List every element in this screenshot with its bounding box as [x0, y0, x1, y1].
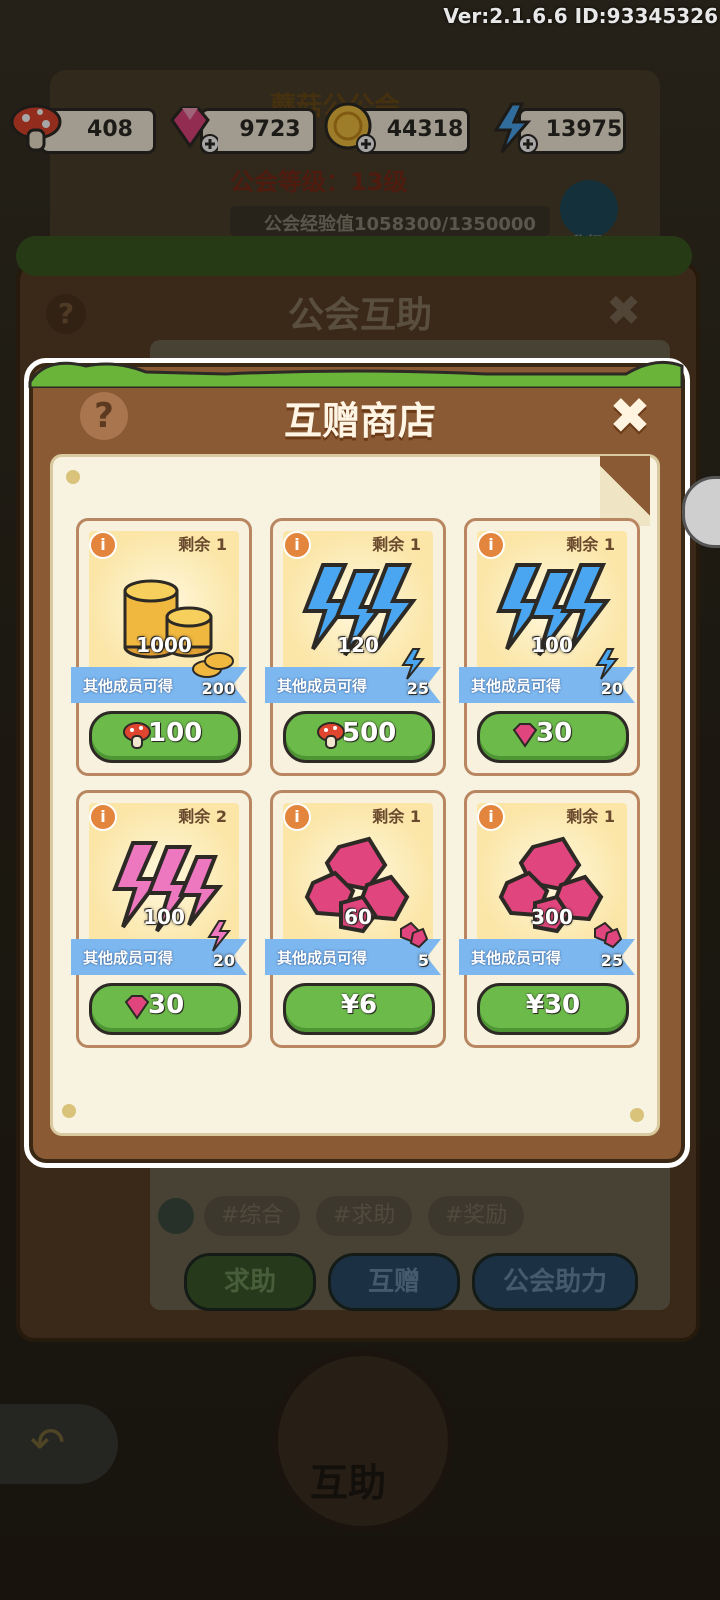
buy-button[interactable]: 30: [477, 711, 629, 763]
buy-button[interactable]: 100: [89, 711, 241, 763]
price-label: ¥30: [525, 990, 581, 1020]
ribbon-label: 其他成员可得: [83, 949, 174, 967]
version-label: Ver:2.1.6.6 ID:93345326: [443, 4, 718, 28]
bonus-amount: 200: [201, 679, 235, 698]
buy-button[interactable]: 30: [89, 983, 241, 1035]
bonus-gem-icon: [395, 919, 429, 953]
ribbon-label: 其他成员可得: [83, 677, 174, 695]
item-info-button[interactable]: i: [283, 803, 311, 831]
item-info-button[interactable]: i: [89, 803, 117, 831]
ribbon-label: 其他成员可得: [471, 949, 562, 967]
bonus-amount: 20: [212, 951, 235, 970]
pin-decoration: [630, 1108, 644, 1122]
shop-item-card: i 剩余 1 1000 其他成员可得 200 100: [71, 518, 252, 776]
item-info-button[interactable]: i: [283, 531, 311, 559]
ribbon-label: 其他成员可得: [471, 677, 562, 695]
remaining-count: 剩余 1: [372, 535, 421, 554]
ribbon-label: 其他成员可得: [277, 677, 368, 695]
pin-decoration: [62, 1104, 76, 1118]
item-info-button[interactable]: i: [89, 531, 117, 559]
price-label: 100: [148, 718, 203, 748]
remaining-count: 剩余 1: [566, 807, 615, 826]
remaining-count: 剩余 1: [566, 535, 615, 554]
shop-close-button[interactable]: ✖: [605, 391, 655, 441]
buy-button[interactable]: ¥30: [477, 983, 629, 1035]
remaining-count: 剩余 1: [178, 535, 227, 554]
price-label: 30: [148, 990, 185, 1020]
bonus-amount: 25: [406, 679, 429, 698]
item-info-button[interactable]: i: [477, 531, 505, 559]
grass-decoration: [26, 352, 686, 390]
page-curl: [600, 456, 650, 526]
shop-item-card: i 剩余 1 100 其他成员可得 20 30: [459, 518, 640, 776]
item-info-button[interactable]: i: [477, 803, 505, 831]
shop-item-card: i 剩余 1 120 其他成员可得 25 500: [265, 518, 446, 776]
price-label: 30: [536, 718, 573, 748]
shop-item-card: i 剩余 1 300 其他成员可得 25 ¥30: [459, 790, 640, 1048]
price-label: 500: [342, 718, 397, 748]
price-label: ¥6: [340, 990, 378, 1020]
shop-item-card: i 剩余 2 100 其他成员可得 20 30: [71, 790, 252, 1048]
bonus-amount: 5: [417, 951, 429, 970]
ribbon-label: 其他成员可得: [277, 949, 368, 967]
bonus-amount: 20: [600, 679, 623, 698]
pin-decoration: [66, 470, 80, 484]
remaining-count: 剩余 2: [178, 807, 227, 826]
buy-button[interactable]: 500: [283, 711, 435, 763]
shop-help-button[interactable]: ?: [80, 392, 128, 440]
buy-button[interactable]: ¥6: [283, 983, 435, 1035]
remaining-count: 剩余 1: [372, 807, 421, 826]
shop-item-card: i 剩余 1 60 其他成员可得 5 ¥6: [265, 790, 446, 1048]
bonus-amount: 25: [600, 951, 623, 970]
bonus-gem-icon: [589, 919, 623, 953]
